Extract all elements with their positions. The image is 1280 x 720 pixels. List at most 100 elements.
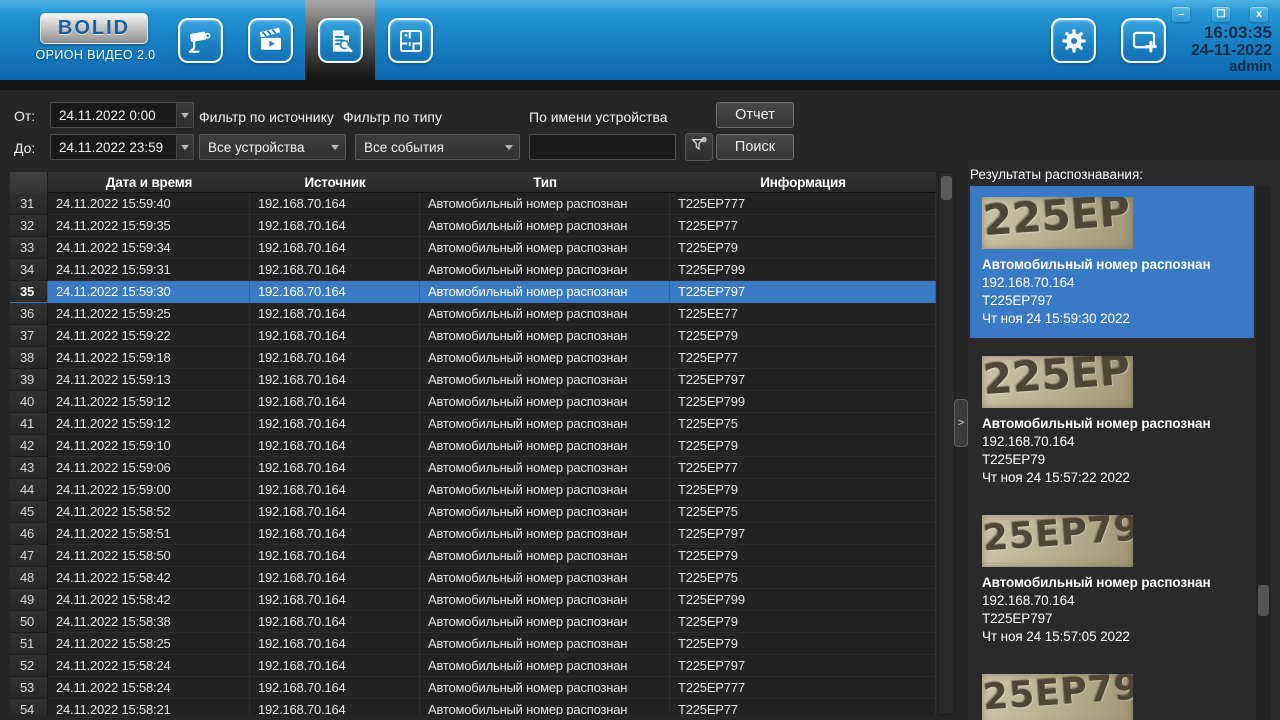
row-source: 192.168.70.164 — [250, 501, 420, 523]
settings-button[interactable] — [1051, 18, 1096, 63]
row-datetime: 24.11.2022 15:59:31 — [48, 259, 250, 281]
col-header-source[interactable]: Источник — [250, 172, 420, 193]
row-info: T225EP797 — [670, 369, 936, 391]
table-row[interactable]: 48 24.11.2022 15:58:42 192.168.70.164 Ав… — [10, 567, 936, 589]
row-datetime: 24.11.2022 15:59:25 — [48, 303, 250, 325]
table-row[interactable]: 33 24.11.2022 15:59:34 192.168.70.164 Ав… — [10, 237, 936, 259]
recognition-card[interactable]: 225ЕР Автомобильный номер распознан 192.… — [970, 345, 1254, 497]
row-type: Автомобильный номер распознан — [420, 567, 670, 589]
filter-funnel-button[interactable] — [685, 133, 713, 161]
row-type: Автомобильный номер распознан — [420, 215, 670, 237]
maximize-button[interactable]: ❐ — [1212, 7, 1230, 22]
row-datetime: 24.11.2022 15:59:30 — [48, 281, 250, 303]
table-row[interactable]: 41 24.11.2022 15:59:12 192.168.70.164 Ав… — [10, 413, 936, 435]
clapperboard-icon — [256, 26, 286, 56]
card-event-type: Автомобильный номер распознан — [982, 574, 1242, 592]
table-row[interactable]: 32 24.11.2022 15:59:35 192.168.70.164 Ав… — [10, 215, 936, 237]
close-button[interactable]: x — [1250, 7, 1268, 22]
row-type: Автомобильный номер распознан — [420, 435, 670, 457]
row-source: 192.168.70.164 — [250, 347, 420, 369]
row-number: 52 — [10, 655, 48, 677]
recognition-card[interactable]: 25ЕР79 Автомобильный номер распознан 192… — [970, 504, 1254, 656]
row-number: 54 — [10, 699, 48, 715]
add-monitor-button[interactable] — [1121, 18, 1166, 63]
table-row[interactable]: 49 24.11.2022 15:58:42 192.168.70.164 Ав… — [10, 589, 936, 611]
table-scrollbar[interactable] — [938, 172, 955, 715]
table-row[interactable]: 39 24.11.2022 15:59:13 192.168.70.164 Ав… — [10, 369, 936, 391]
row-type: Автомобильный номер распознан — [420, 303, 670, 325]
to-label: До: — [14, 140, 35, 156]
row-source: 192.168.70.164 — [250, 633, 420, 655]
table-row[interactable]: 53 24.11.2022 15:58:24 192.168.70.164 Ав… — [10, 677, 936, 699]
to-date-dropdown[interactable] — [176, 135, 193, 159]
table-row[interactable]: 37 24.11.2022 15:59:22 192.168.70.164 Ав… — [10, 325, 936, 347]
row-number: 37 — [10, 325, 48, 347]
row-datetime: 24.11.2022 15:58:52 — [48, 501, 250, 523]
recognition-card[interactable]: 225ЕР Автомобильный номер распознан 192.… — [970, 186, 1254, 338]
row-number: 39 — [10, 369, 48, 391]
tab-plans[interactable] — [388, 18, 433, 63]
tab-event-log[interactable] — [318, 18, 363, 63]
row-info: T225EP79 — [670, 435, 936, 457]
table-row[interactable]: 31 24.11.2022 15:59:40 192.168.70.164 Ав… — [10, 193, 936, 215]
app-title: ОРИОН ВИДЕО 2.0 — [33, 48, 158, 62]
table-row[interactable]: 38 24.11.2022 15:59:18 192.168.70.164 Ав… — [10, 347, 936, 369]
add-monitor-icon — [1129, 26, 1159, 56]
results-scrollbar[interactable] — [1256, 186, 1271, 720]
row-number: 53 — [10, 677, 48, 699]
table-row[interactable]: 43 24.11.2022 15:59:06 192.168.70.164 Ав… — [10, 457, 936, 479]
minimize-button[interactable]: – — [1172, 7, 1190, 22]
table-row[interactable]: 45 24.11.2022 15:58:52 192.168.70.164 Ав… — [10, 501, 936, 523]
logo-text: BOLID — [58, 17, 130, 40]
row-type: Автомобильный номер распознан — [420, 479, 670, 501]
row-source: 192.168.70.164 — [250, 435, 420, 457]
table-scrollbar-thumb[interactable] — [941, 176, 952, 200]
table-row[interactable]: 35 24.11.2022 15:59:30 192.168.70.164 Ав… — [10, 281, 936, 303]
row-info: T225EP777 — [670, 677, 936, 699]
row-info: T225EP75 — [670, 413, 936, 435]
table-row[interactable]: 50 24.11.2022 15:58:38 192.168.70.164 Ав… — [10, 611, 936, 633]
to-date-field[interactable]: 24.11.2022 23:59 — [50, 134, 194, 160]
chevron-down-icon — [325, 145, 345, 150]
tab-playback[interactable] — [248, 18, 293, 63]
row-source: 192.168.70.164 — [250, 391, 420, 413]
table-row[interactable]: 34 24.11.2022 15:59:31 192.168.70.164 Ав… — [10, 259, 936, 281]
col-header-info[interactable]: Информация — [670, 172, 936, 193]
table-row[interactable]: 54 24.11.2022 15:58:21 192.168.70.164 Ав… — [10, 699, 936, 715]
recognition-card[interactable]: 25ЕР79 — [970, 663, 1254, 720]
row-type: Автомобильный номер распознан — [420, 457, 670, 479]
search-button[interactable]: Поиск — [716, 134, 794, 160]
row-info: T225EP777 — [670, 193, 936, 215]
report-button[interactable]: Отчет — [716, 102, 794, 128]
from-date-dropdown[interactable] — [176, 103, 193, 127]
table-row[interactable]: 42 24.11.2022 15:59:10 192.168.70.164 Ав… — [10, 435, 936, 457]
source-filter-combo[interactable]: Все устройства — [199, 134, 346, 160]
from-date-field[interactable]: 24.11.2022 0:00 — [50, 102, 194, 128]
row-type: Автомобильный номер распознан — [420, 655, 670, 677]
row-datetime: 24.11.2022 15:59:35 — [48, 215, 250, 237]
table-row[interactable]: 44 24.11.2022 15:59:00 192.168.70.164 Ав… — [10, 479, 936, 501]
table-row[interactable]: 46 24.11.2022 15:58:51 192.168.70.164 Ав… — [10, 523, 936, 545]
results-scrollbar-thumb[interactable] — [1258, 585, 1269, 616]
row-number: 47 — [10, 545, 48, 567]
tab-cameras[interactable] — [178, 18, 223, 63]
table-row[interactable]: 51 24.11.2022 15:58:25 192.168.70.164 Ав… — [10, 633, 936, 655]
row-number: 44 — [10, 479, 48, 501]
row-info: T225EP799 — [670, 589, 936, 611]
card-source: 192.168.70.164 — [982, 433, 1242, 451]
row-datetime: 24.11.2022 15:59:13 — [48, 369, 250, 391]
bolid-logo: BOLID — [40, 13, 148, 44]
row-type: Автомобильный номер распознан — [420, 677, 670, 699]
row-type: Автомобильный номер распознан — [420, 413, 670, 435]
device-name-input[interactable] — [529, 134, 676, 160]
table-row[interactable]: 40 24.11.2022 15:59:12 192.168.70.164 Ав… — [10, 391, 936, 413]
row-datetime: 24.11.2022 15:58:51 — [48, 523, 250, 545]
table-row[interactable]: 36 24.11.2022 15:59:25 192.168.70.164 Ав… — [10, 303, 936, 325]
col-header-datetime[interactable]: Дата и время — [48, 172, 250, 193]
panel-collapse-button[interactable]: > — [954, 399, 968, 447]
col-header-type[interactable]: Тип — [420, 172, 670, 193]
table-row[interactable]: 47 24.11.2022 15:58:50 192.168.70.164 Ав… — [10, 545, 936, 567]
type-filter-combo[interactable]: Все события — [355, 134, 520, 160]
table-row[interactable]: 52 24.11.2022 15:58:24 192.168.70.164 Ав… — [10, 655, 936, 677]
card-plate-number: T225EP79 — [982, 451, 1242, 469]
